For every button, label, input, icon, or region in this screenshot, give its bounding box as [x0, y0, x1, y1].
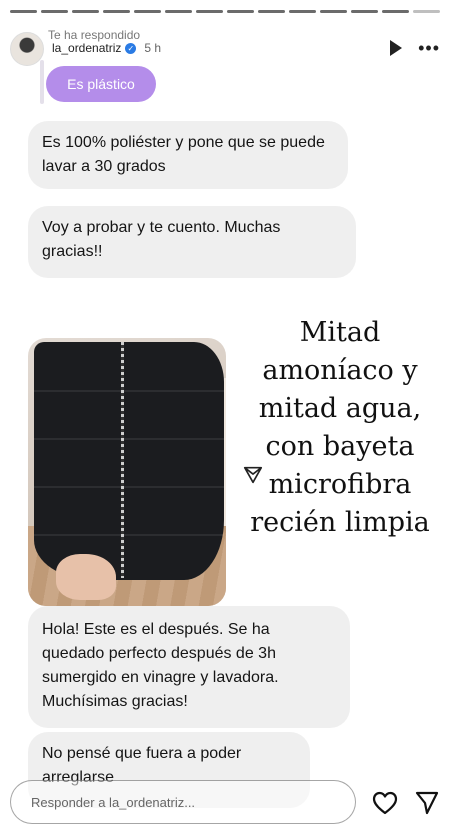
- reply-field[interactable]: [10, 780, 356, 824]
- chat-bubble: Voy a probar y te cuento. Muchas gracias…: [28, 206, 356, 278]
- progress-segment: [134, 10, 161, 13]
- caption-line: amoníaco y: [262, 355, 418, 386]
- username[interactable]: la_ordenatriz: [52, 41, 121, 55]
- header-actions: •••: [390, 39, 440, 57]
- heart-icon[interactable]: [372, 791, 398, 815]
- progress-segment: [103, 10, 130, 13]
- chat-bubble: Hola! Este es el después. Se ha quedado …: [28, 606, 350, 728]
- reply-indicator-line: [40, 60, 44, 104]
- replied-message-pill[interactable]: Es plástico: [46, 66, 156, 102]
- user-row: la_ordenatriz ✓ 5 h: [52, 41, 161, 55]
- story-progress-bar: [10, 10, 440, 13]
- hand: [56, 554, 116, 600]
- replied-to-message: Es plástico: [40, 60, 160, 112]
- send-icon[interactable]: [414, 790, 440, 816]
- reply-input[interactable]: [11, 781, 355, 823]
- progress-segment: [10, 10, 37, 13]
- caption-line: mitad agua,: [258, 393, 422, 424]
- progress-segment: [320, 10, 347, 13]
- progress-segment: [258, 10, 285, 13]
- play-icon[interactable]: [390, 40, 403, 56]
- caption-line: microfibra: [268, 469, 412, 500]
- caption-line: recién limpia: [250, 507, 430, 538]
- jacket-photo: [28, 338, 226, 606]
- progress-segment: [41, 10, 68, 13]
- shared-post-icon: [243, 466, 263, 484]
- progress-segment: [289, 10, 316, 13]
- progress-segment: [72, 10, 99, 13]
- chat-bubble: Es 100% poliéster y pone que se puede la…: [28, 121, 348, 189]
- progress-segment: [227, 10, 254, 13]
- more-icon[interactable]: •••: [418, 39, 440, 57]
- progress-segment: [196, 10, 223, 13]
- puffer-jacket: [34, 342, 224, 580]
- progress-segment: [413, 10, 440, 13]
- replied-label: Te ha respondido: [48, 28, 141, 42]
- story-caption: Mitad amoníaco y mitad agua, con bayeta …: [234, 314, 446, 542]
- progress-segment: [165, 10, 192, 13]
- caption-line: Mitad: [299, 317, 381, 348]
- zipper: [121, 342, 124, 578]
- avatar[interactable]: [10, 32, 44, 66]
- post-time: 5 h: [144, 41, 162, 55]
- progress-segment: [351, 10, 378, 13]
- caption-line: con bayeta: [265, 431, 415, 462]
- verified-badge-icon: ✓: [125, 42, 137, 54]
- progress-segment: [382, 10, 409, 13]
